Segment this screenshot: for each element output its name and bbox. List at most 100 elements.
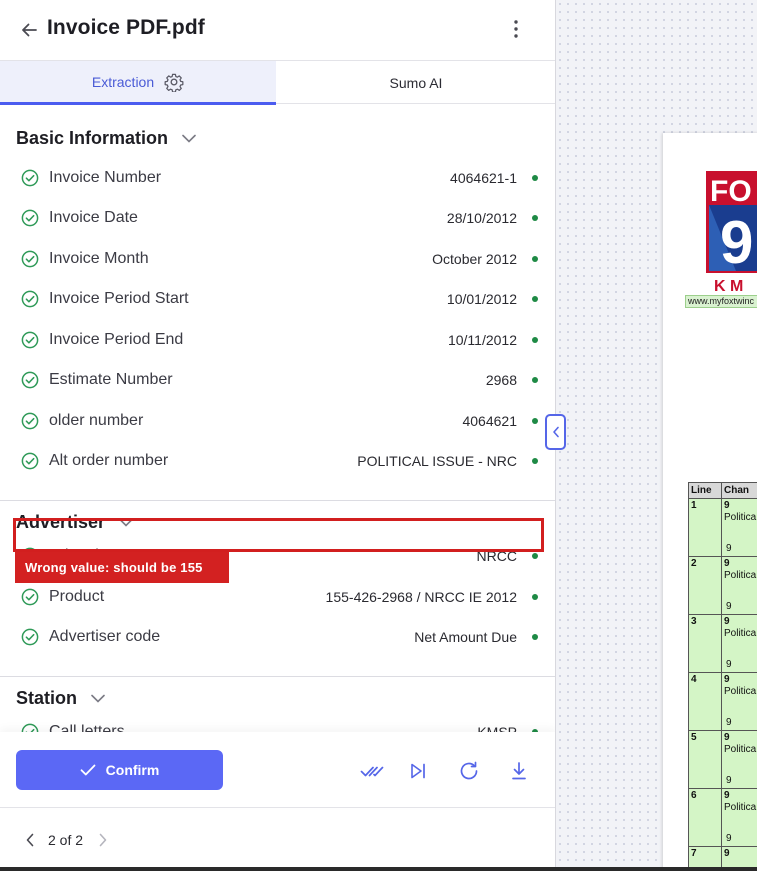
field-value: 155-426-2968 / NRCC IE 2012 — [325, 589, 517, 605]
channel-value: 9 — [724, 616, 730, 627]
channel-value: 9 — [724, 558, 730, 569]
next-page-button[interactable] — [91, 828, 115, 852]
confirm-button[interactable]: Confirm — [16, 750, 223, 790]
field-row-invoice-month[interactable]: Invoice Month October 2012 — [16, 242, 540, 276]
channel-value: 9 — [724, 674, 730, 685]
double-check-icon — [360, 766, 384, 777]
chevron-left-icon — [552, 426, 559, 438]
section-header-advertiser[interactable]: Advertiser — [16, 512, 133, 533]
tab-sumo-ai-label: Sumo AI — [389, 74, 443, 91]
check-circle-icon — [21, 209, 39, 227]
chevron-down-icon — [119, 518, 133, 527]
field-row-product[interactable]: Product 155-426-2968 / NRCC IE 2012 — [16, 580, 540, 614]
field-row-invoice-period-end[interactable]: Invoice Period End 10/11/2012 — [16, 323, 540, 357]
field-value: Net Amount Due — [414, 629, 517, 645]
field-label: Product — [49, 588, 105, 605]
channel-cell: 9 Politica 9 — [721, 672, 757, 731]
checkmark-icon — [80, 764, 96, 776]
section-divider — [0, 500, 555, 501]
channel-value-secondary: 9 — [726, 775, 732, 786]
section-title: Station — [16, 688, 77, 708]
table-row: 6 9 Politica 9 — [688, 788, 757, 847]
field-row-advertiser-code[interactable]: Advertiser code Net Amount Due — [16, 620, 540, 654]
gear-icon[interactable] — [164, 72, 184, 92]
error-annotation-label: Wrong value: should be 155 — [15, 552, 229, 583]
field-row-invoice-date[interactable]: Invoice Date 28/10/2012 — [16, 201, 540, 235]
refresh-button[interactable] — [456, 758, 482, 784]
section-header-station[interactable]: Station — [16, 688, 105, 709]
status-dot — [532, 215, 538, 221]
field-row-call-letters[interactable]: Call letters KMSP — [16, 715, 540, 732]
refresh-icon — [460, 761, 478, 780]
chevron-right-icon — [99, 833, 107, 847]
check-circle-icon — [21, 628, 39, 646]
status-dot — [532, 634, 538, 640]
status-dot — [532, 418, 538, 424]
check-circle-icon — [21, 452, 39, 470]
chevron-left-icon — [26, 833, 34, 847]
skip-to-next-button[interactable] — [405, 758, 431, 784]
field-value: 4064621 — [462, 413, 517, 429]
kebab-menu-icon — [514, 20, 518, 38]
check-circle-icon — [21, 412, 39, 430]
skip-next-icon — [411, 763, 425, 779]
channel-cell: 9 Politica 9 — [721, 556, 757, 615]
section-title: Basic Information — [16, 128, 169, 148]
action-bar: Confirm — [0, 732, 555, 808]
tab-extraction[interactable]: Extraction — [0, 61, 276, 105]
channel-value-secondary: 9 — [726, 659, 732, 670]
pdf-line-items-table: Line Chan 1 9 Politica 9 2 9 Politica 9 3 9 Politi… — [688, 482, 757, 871]
check-circle-icon — [21, 723, 39, 732]
tab-sumo-ai[interactable]: Sumo AI — [276, 61, 555, 104]
confirm-all-button[interactable] — [359, 758, 385, 784]
logo-url-text: www.myfoxtwinc — [685, 295, 757, 308]
field-label: Estimate Number — [49, 371, 173, 388]
field-value: 28/10/2012 — [446, 210, 517, 226]
status-dot — [532, 553, 538, 559]
back-button[interactable] — [16, 17, 42, 43]
field-value: NRCC — [476, 548, 517, 564]
line-number-cell: 1 — [688, 498, 722, 557]
field-value: 2968 — [485, 372, 517, 388]
order-type: Politica — [724, 512, 757, 523]
field-label: older number — [49, 412, 144, 429]
table-header-channel: Chan — [721, 482, 757, 499]
fox9-logo: FO 9 K M — [706, 171, 757, 295]
chevron-down-icon — [91, 694, 105, 703]
more-options-button[interactable] — [504, 16, 528, 42]
svg-text:K M: K M — [714, 278, 743, 295]
field-label: Advertiser code — [49, 628, 161, 645]
field-row-alt-order-number[interactable]: Alt order number POLITICAL ISSUE - NRC — [16, 444, 540, 478]
check-circle-icon — [21, 290, 39, 308]
order-type: Politica — [724, 686, 757, 697]
previous-page-button[interactable] — [18, 828, 42, 852]
channel-value-secondary: 9 — [726, 543, 732, 554]
page-indicator: 2 of 2 — [48, 832, 84, 848]
section-header-basic-information[interactable]: Basic Information — [16, 128, 196, 149]
line-number-cell: 2 — [688, 556, 722, 615]
check-circle-icon — [21, 250, 39, 268]
field-value: KMSP — [477, 724, 517, 732]
collapse-panel-button[interactable] — [545, 414, 566, 450]
download-button[interactable] — [506, 758, 532, 784]
field-row-older-number[interactable]: older number 4064621 — [16, 404, 540, 438]
field-label: Invoice Number — [49, 169, 162, 186]
order-type: Politica — [724, 570, 757, 581]
tab-extraction-label: Extraction — [91, 73, 155, 90]
chevron-down-icon — [182, 134, 196, 143]
channel-value: 9 — [724, 848, 730, 859]
check-circle-icon — [21, 371, 39, 389]
line-number-cell: 6 — [688, 788, 722, 847]
field-row-estimate-number[interactable]: Estimate Number 2968 — [16, 363, 540, 397]
status-dot — [532, 296, 538, 302]
field-label: Call letters — [49, 723, 125, 732]
check-circle-icon — [21, 331, 39, 349]
taskbar-edge — [0, 867, 757, 871]
field-row-invoice-period-start[interactable]: Invoice Period Start 10/01/2012 — [16, 282, 540, 316]
order-type: Politica — [724, 628, 757, 639]
field-row-invoice-number[interactable]: Invoice Number 4064621-1 — [16, 161, 540, 195]
field-value: 4064621-1 — [450, 170, 517, 186]
field-label: Invoice Month — [49, 250, 149, 267]
order-type: Politica — [724, 744, 757, 755]
table-row: 1 9 Politica 9 — [688, 498, 757, 557]
